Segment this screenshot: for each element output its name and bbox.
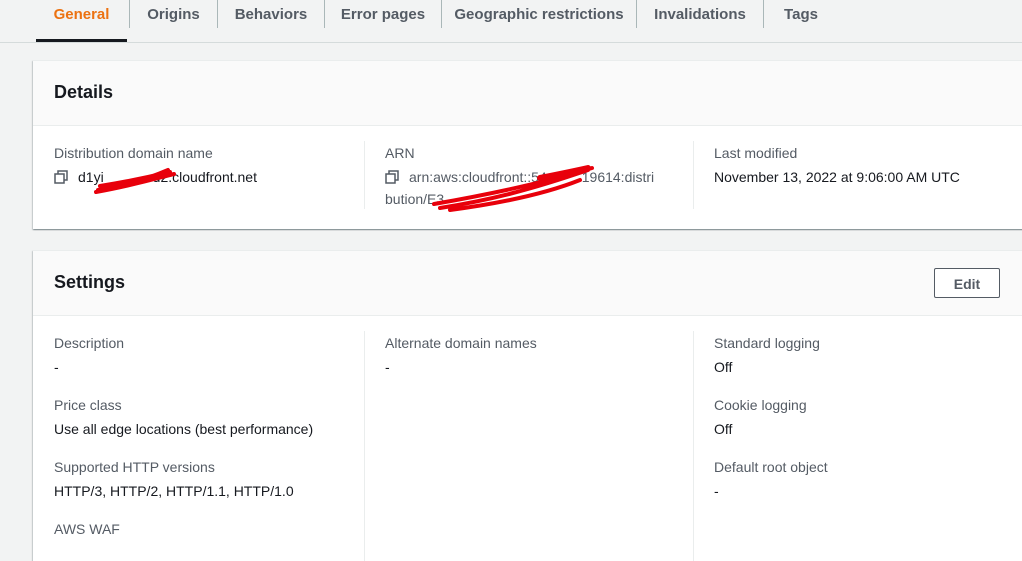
default-root-object-value: - bbox=[714, 483, 719, 499]
settings-header: Settings Edit bbox=[33, 251, 1022, 316]
details-header: Details bbox=[33, 61, 1022, 126]
tab-general[interactable]: General bbox=[36, 0, 127, 30]
tab-origins[interactable]: Origins bbox=[131, 0, 216, 30]
alternate-domains-value: - bbox=[385, 359, 390, 375]
settings-column-1: Description - Price class Use all edge l… bbox=[54, 334, 313, 558]
cookie-logging-label: Cookie logging bbox=[714, 397, 807, 413]
standard-logging-label: Standard logging bbox=[714, 335, 820, 351]
description-value: - bbox=[54, 359, 59, 375]
tab-behaviors[interactable]: Behaviors bbox=[219, 0, 323, 30]
description-label: Description bbox=[54, 335, 125, 351]
details-title: Details bbox=[54, 82, 114, 102]
edit-button[interactable]: Edit bbox=[934, 268, 1000, 298]
alternate-domains-label: Alternate domain names bbox=[385, 335, 537, 351]
tab-geographic-restrictions[interactable]: Geographic restrictions bbox=[443, 0, 635, 30]
copy-icon[interactable] bbox=[54, 170, 68, 184]
price-class-value: Use all edge locations (best performance… bbox=[54, 421, 314, 437]
domain-name-value: d1yi d2.cloudfront.net bbox=[78, 169, 257, 185]
settings-column-2: Alternate domain names - bbox=[385, 334, 537, 396]
settings-panel: Settings Edit Description - Price class … bbox=[33, 250, 1022, 561]
last-modified-value: November 13, 2022 at 9:06:00 AM UTC bbox=[714, 169, 960, 185]
column-divider bbox=[364, 141, 365, 209]
cookie-logging-value: Off bbox=[714, 421, 733, 437]
standard-logging-value: Off bbox=[714, 359, 733, 375]
domain-name-field: Distribution domain name d1yi d2.cloudfr… bbox=[54, 144, 257, 186]
column-divider bbox=[693, 141, 694, 209]
tab-divider bbox=[324, 0, 325, 28]
aws-waf-label: AWS WAF bbox=[54, 521, 120, 537]
tab-divider bbox=[129, 0, 130, 28]
details-panel: Details Distribution domain name d1yi d2… bbox=[33, 60, 1022, 229]
tab-divider bbox=[636, 0, 637, 28]
tab-invalidations[interactable]: Invalidations bbox=[638, 0, 762, 30]
tab-divider bbox=[441, 0, 442, 28]
last-modified-label: Last modified bbox=[714, 145, 798, 161]
settings-title: Settings bbox=[54, 272, 126, 292]
settings-column-3: Standard logging Off Cookie logging Off … bbox=[714, 334, 828, 520]
domain-name-label: Distribution domain name bbox=[54, 145, 213, 161]
tab-divider bbox=[217, 0, 218, 28]
arn-value-line-2: bution/E3 bbox=[385, 191, 445, 207]
http-versions-value: HTTP/3, HTTP/2, HTTP/1.1, HTTP/1.0 bbox=[54, 483, 294, 499]
tab-tags[interactable]: Tags bbox=[765, 0, 837, 30]
price-class-label: Price class bbox=[54, 397, 122, 413]
tab-error-pages[interactable]: Error pages bbox=[326, 0, 440, 30]
arn-label: ARN bbox=[385, 145, 415, 161]
column-divider bbox=[364, 331, 365, 561]
copy-icon[interactable] bbox=[385, 170, 399, 184]
column-divider bbox=[693, 331, 694, 561]
http-versions-label: Supported HTTP versions bbox=[54, 459, 215, 475]
arn-value-line-1: arn:aws:cloudfront::54 19614:distri bbox=[409, 169, 655, 185]
arn-field: ARN arn:aws:cloudfront::54 19614:distri … bbox=[385, 144, 685, 208]
tab-bar: General Origins Behaviors Error pages Ge… bbox=[0, 0, 1022, 43]
last-modified-field: Last modified November 13, 2022 at 9:06:… bbox=[714, 144, 960, 186]
active-tab-indicator bbox=[36, 39, 127, 42]
default-root-object-label: Default root object bbox=[714, 459, 828, 475]
tab-divider bbox=[763, 0, 764, 28]
